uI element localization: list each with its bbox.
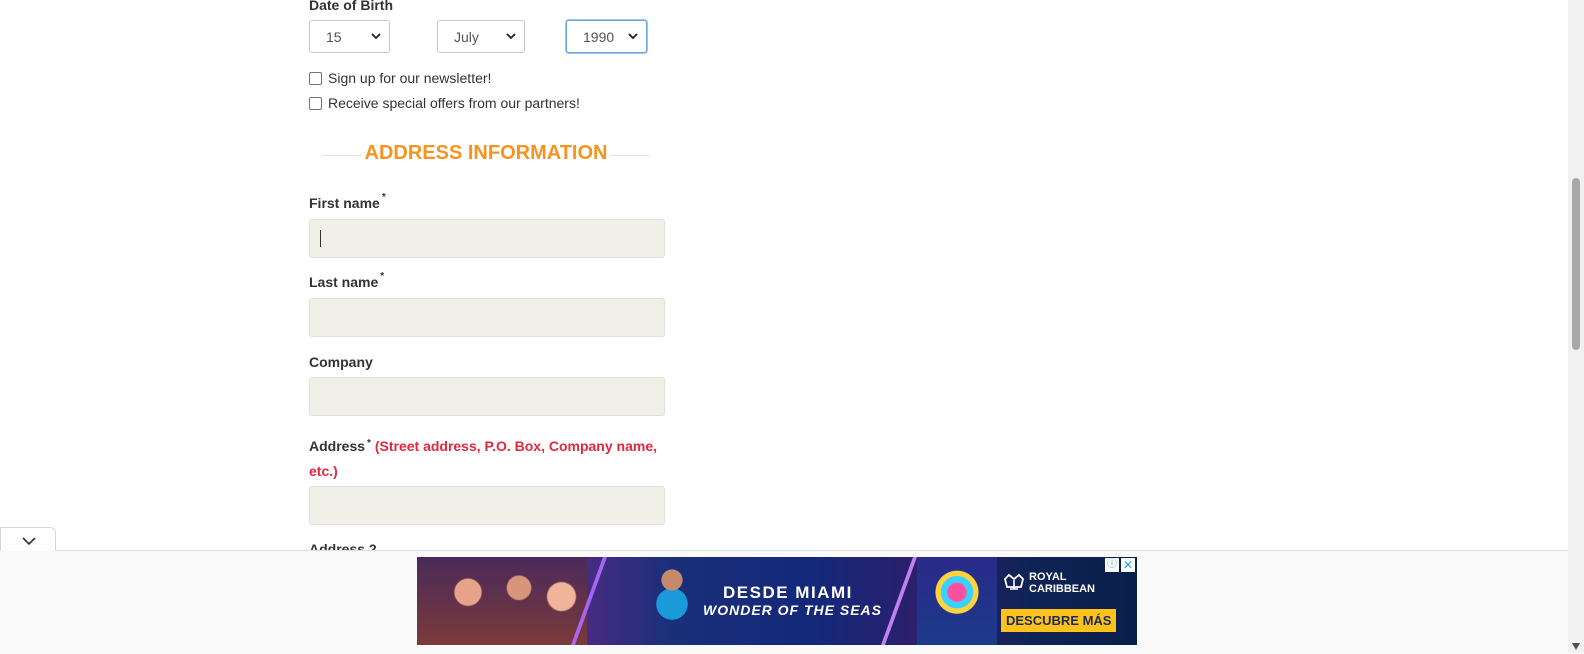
newsletter-label[interactable]: Sign up for our newsletter! — [328, 70, 491, 86]
scroll-down-arrow-icon[interactable] — [1572, 643, 1580, 650]
dob-label: Date of Birth — [309, 0, 393, 13]
company-label-text: Company — [309, 354, 373, 370]
crown-anchor-icon — [1004, 573, 1024, 590]
partners-option: Receive special offers from our partners… — [309, 95, 580, 111]
address-label: Address * (Street address, P.O. Box, Comp… — [309, 434, 669, 484]
ad-people-image — [417, 557, 587, 645]
last-name-label: Last name * — [309, 271, 385, 290]
ad-brand: ROYAL CARIBBEAN — [1029, 571, 1095, 595]
first-name-label: First name * — [309, 192, 386, 211]
dob-month-value: July — [454, 28, 479, 45]
chevron-down-icon — [506, 33, 516, 40]
required-marker: * — [367, 438, 371, 449]
required-marker: * — [380, 271, 385, 282]
address-label-text: Address — [309, 438, 366, 454]
ad-kid-image — [642, 562, 702, 622]
last-name-label-text: Last name — [309, 274, 379, 290]
first-name-label-text: First name — [309, 195, 380, 211]
ad-collapse-tab[interactable] — [0, 527, 56, 551]
ad-brand-line2: CARIBBEAN — [1029, 583, 1095, 595]
partners-checkbox[interactable] — [309, 96, 322, 110]
ad-cta-button[interactable]: DESCUBRE MÁS — [1001, 609, 1117, 632]
text-caret — [320, 230, 321, 247]
company-input[interactable] — [309, 377, 665, 416]
address-input[interactable] — [309, 486, 665, 525]
dob-day-select[interactable]: 15 — [309, 20, 390, 53]
scrollbar-thumb[interactable] — [1572, 178, 1580, 350]
partners-label[interactable]: Receive special offers from our partners… — [328, 95, 580, 111]
dob-year-value: 1990 — [583, 28, 615, 45]
ad-close-icon[interactable]: ✕ — [1121, 558, 1135, 572]
chevron-down-icon — [371, 33, 381, 40]
chevron-down-icon — [628, 33, 638, 40]
first-name-input[interactable] — [309, 219, 665, 258]
dob-day-value: 15 — [326, 28, 342, 45]
last-name-input[interactable] — [309, 298, 665, 337]
ad-banner[interactable]: DESDE MIAMI WONDER OF THE SEAS ROYAL CAR… — [417, 557, 1137, 645]
newsletter-option: Sign up for our newsletter! — [309, 70, 491, 86]
section-title: ADDRESS INFORMATION — [364, 142, 608, 164]
company-label: Company — [309, 354, 373, 370]
newsletter-checkbox[interactable] — [309, 71, 322, 85]
chevron-down-icon — [22, 537, 36, 546]
page-scrollbar[interactable] — [1568, 0, 1584, 653]
ad-light-beam — [880, 557, 918, 645]
ad-ride-image — [917, 557, 997, 645]
ad-subheadline: WONDER OF THE SEAS — [703, 602, 883, 618]
required-marker: * — [381, 192, 386, 203]
dob-month-select[interactable]: July — [437, 20, 525, 53]
ad-headline: DESDE MIAMI — [723, 583, 853, 602]
adchoices-icon[interactable]: ⓘ — [1105, 558, 1119, 572]
ad-brand-line1: ROYAL — [1029, 571, 1067, 583]
dob-year-select[interactable]: 1990 — [566, 20, 647, 53]
